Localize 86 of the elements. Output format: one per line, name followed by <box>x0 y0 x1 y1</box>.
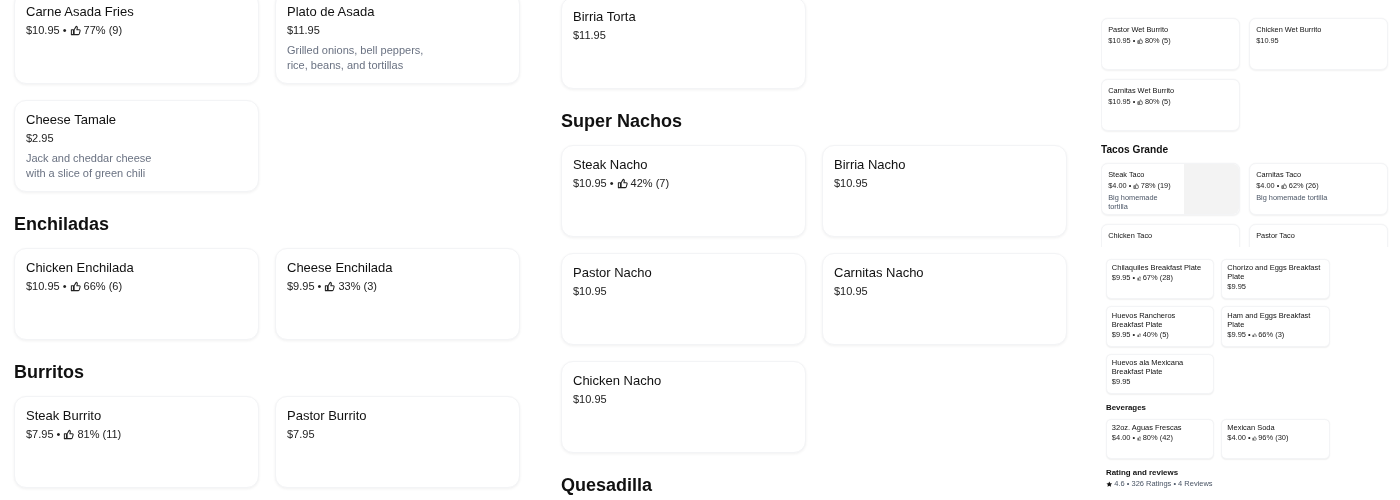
menu-item-card[interactable]: Chilaquiles Breakfast Plate $9.95 • 67% (28) <box>1106 258 1215 300</box>
item-name: 32oz. Aguas Frescas <box>1111 424 1183 434</box>
thumbs-up-icon <box>324 281 336 292</box>
section-heading: Beverages <box>1106 402 1147 415</box>
item-price: $10.95 • <box>573 176 614 191</box>
item-rating: 96% (30) <box>1258 434 1289 444</box>
menu-item-card[interactable]: Birria Torta $11.95 <box>561 0 806 89</box>
menu-item-card[interactable]: Birria Nacho $10.95 <box>822 145 1067 237</box>
item-name: Pastor Burrito <box>287 407 368 424</box>
thumbs-up-icon <box>69 281 81 292</box>
item-price: $11.95 <box>287 23 320 38</box>
item-rating: 42% (7) <box>630 176 670 191</box>
item-name: Chorizo and Eggs Breakfast Plate <box>1227 264 1322 282</box>
item-price: $4.00 • <box>1227 434 1251 444</box>
item-name: Chilaquiles Breakfast Plate <box>1111 264 1203 274</box>
section-heading: Super Nachos <box>561 110 684 133</box>
item-price: $9.95 <box>1227 283 1246 292</box>
menu-item-card[interactable]: Chorizo and Eggs Breakfast Plate $9.95 <box>1221 258 1330 300</box>
item-price: $10.95 <box>573 284 607 299</box>
item-name: Cheese Tamale <box>26 111 118 128</box>
section-heading: Rating and reviews <box>1106 467 1180 480</box>
item-name: Plato de Asada <box>287 3 376 20</box>
thumbs-up-icon <box>69 25 81 36</box>
item-price: $9.95 • <box>1111 330 1136 340</box>
item-name: Chicken Nacho <box>573 372 663 389</box>
item-name: Huevos Rancheros Breakfast Plate <box>1111 311 1177 330</box>
item-name: Chicken Enchilada <box>26 259 135 276</box>
rating-summary: 4.6 • 326 Ratings • 4 Reviews <box>1114 479 1213 489</box>
item-name: Carne Asada Fries <box>26 3 135 20</box>
menu-item-card[interactable]: Pastor Nacho $10.95 <box>561 253 806 345</box>
item-price: $10.95 • <box>26 279 67 294</box>
item-price: $9.95 • <box>1227 330 1251 340</box>
menu-item-card[interactable]: Cheese Tamale $2.95 Jack and cheddar cheese with a slice of green chili <box>14 100 259 192</box>
item-name: Pastor Nacho <box>573 264 653 281</box>
item-price: $10.95 • <box>26 23 67 38</box>
item-price: $2.95 <box>26 131 54 146</box>
item-name: Steak Nacho <box>573 156 649 173</box>
menu-item-card[interactable]: Chicken Enchilada $10.95 • 66% (6) <box>14 248 259 340</box>
menu-item-card[interactable]: Huevos ala Mexicana Breakfast Plate $9.95 <box>1106 353 1215 395</box>
item-name: Birria Torta <box>573 8 637 25</box>
item-rating: 66% (6) <box>83 279 123 294</box>
item-rating: 33% (3) <box>338 279 377 294</box>
item-name: Ham and Eggs Breakfast Plate <box>1227 311 1312 330</box>
item-price: $10.95 <box>834 176 868 191</box>
item-name: Birria Nacho <box>834 156 907 173</box>
menu-item-card[interactable]: Steak Nacho $10.95 • 42% (7) <box>561 145 806 237</box>
section-heading: Enchiladas <box>14 213 111 236</box>
item-price: $9.95 <box>1111 378 1131 387</box>
item-rating: 80% (42) <box>1142 434 1173 444</box>
menu-item-card[interactable]: Mexican Soda $4.00 • 96% (30) <box>1221 418 1330 460</box>
item-name: Huevos ala Mexicana Breakfast Plate <box>1111 359 1185 377</box>
item-price: $9.95 • <box>287 279 322 294</box>
item-name: Cheese Enchilada <box>287 259 394 276</box>
item-price: $10.95 <box>573 392 607 407</box>
menu-item-card[interactable]: Cheese Enchilada $9.95 • 33% (3) <box>275 248 520 340</box>
menu-item-card[interactable]: Huevos Rancheros Breakfast Plate $9.95 • 40% (5) <box>1106 306 1215 347</box>
item-rating: 77% (9) <box>83 23 123 38</box>
menu-item-card[interactable]: Pastor Burrito $7.95 <box>275 396 520 488</box>
item-price: $7.95 • <box>26 427 61 442</box>
item-description: Jack and cheddar cheese with a slice of green chili <box>26 151 153 181</box>
item-rating: 66% (3) <box>1258 330 1285 340</box>
item-price: $10.95 <box>834 284 868 299</box>
item-price: $4.00 • <box>1111 434 1136 444</box>
menu-item-card[interactable]: Carnitas Nacho $10.95 <box>822 253 1067 345</box>
item-price: $9.95 • <box>1111 274 1136 284</box>
item-description: Grilled onions, bell peppers, rice, beans, and tortillas <box>287 43 425 73</box>
thumbs-up-icon <box>616 178 628 189</box>
item-rating: 40% (5) <box>1142 330 1169 340</box>
section-heading: Burritos <box>14 361 85 384</box>
item-name: Carnitas Nacho <box>834 264 925 281</box>
section-heading: Tacos Grande <box>1101 142 1170 157</box>
item-rating: 67% (28) <box>1142 274 1173 284</box>
item-name: Steak Burrito <box>26 407 103 424</box>
item-price: $11.95 <box>573 28 606 43</box>
item-name: Mexican Soda <box>1227 424 1276 434</box>
menu-item-card[interactable]: Carne Asada Fries $10.95 • 77% (9) <box>14 0 259 84</box>
item-rating: 81% (11) <box>77 427 122 442</box>
menu-item-card[interactable]: Plato de Asada $11.95 Grilled onions, bell peppers, rice, beans, and tortillas <box>275 0 520 84</box>
section-heading: Quesadilla <box>561 474 654 497</box>
menu-item-card[interactable]: Ham and Eggs Breakfast Plate $9.95 • 66% (3) <box>1221 306 1330 347</box>
thumbs-up-icon <box>63 429 75 440</box>
menu-item-card[interactable]: Chicken Nacho $10.95 <box>561 361 806 453</box>
item-price: $7.95 <box>287 427 315 442</box>
menu-item-card[interactable]: Steak Burrito $7.95 • 81% (11) <box>14 396 259 488</box>
menu-item-card[interactable]: 32oz. Aguas Frescas $4.00 • 80% (42) <box>1106 418 1215 460</box>
star-icon <box>1106 480 1113 488</box>
